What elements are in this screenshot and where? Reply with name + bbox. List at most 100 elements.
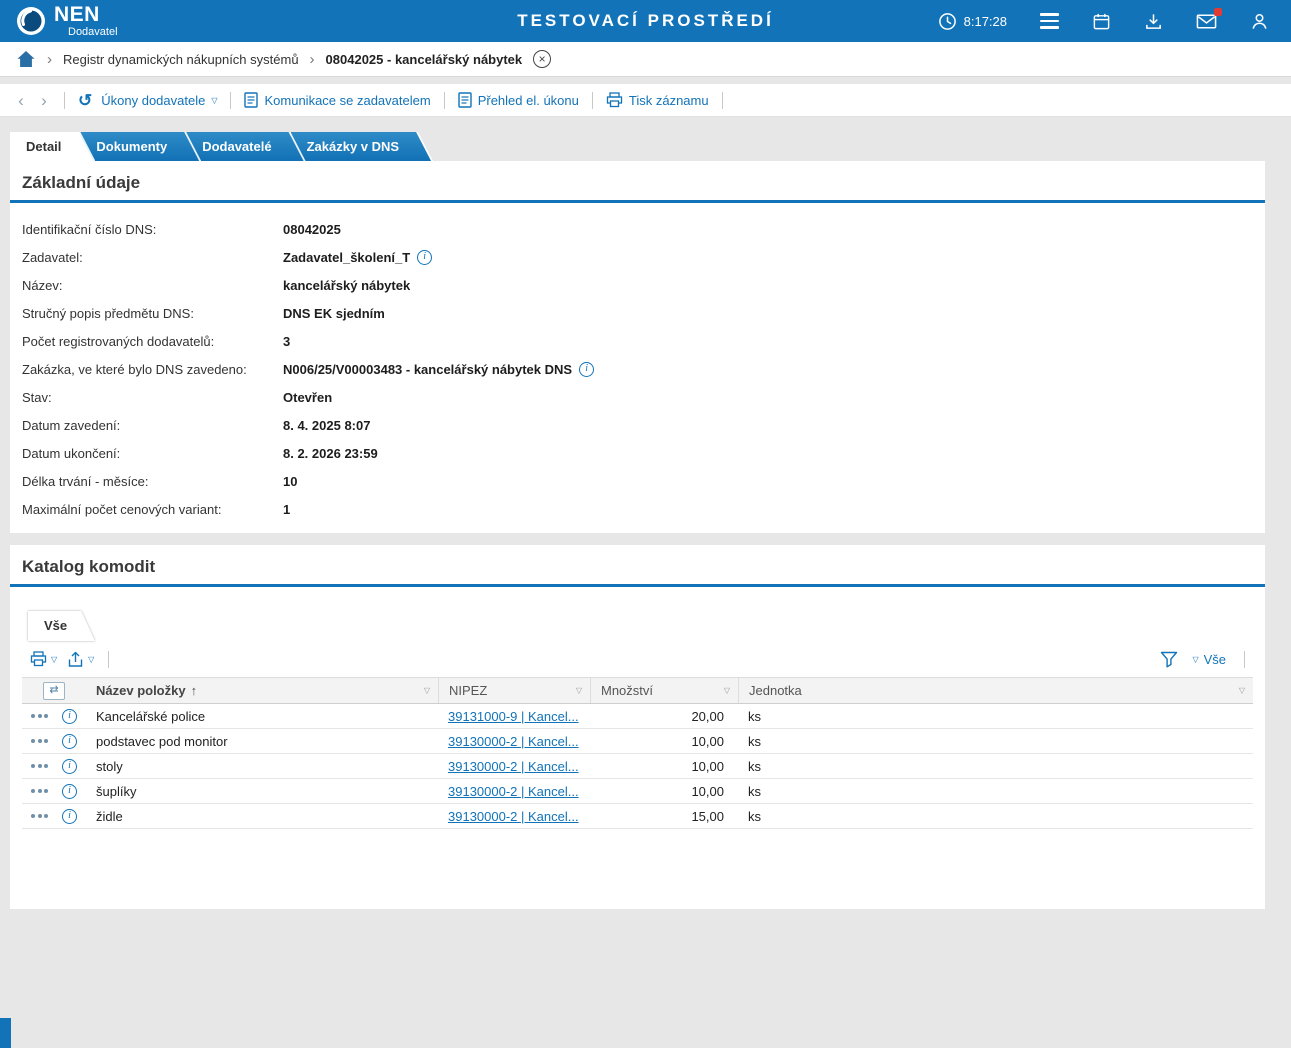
nipez-link[interactable]: 39131000-9 | Kancel... — [448, 709, 579, 724]
tab-zakazky-v-dns[interactable]: Zakázky v DNS — [291, 132, 432, 161]
hamburger-icon — [1040, 13, 1059, 29]
breadcrumb: › Registr dynamických nákupních systémů … — [0, 42, 1291, 77]
filter-button[interactable] — [1160, 651, 1178, 668]
filter-dropdown-icon[interactable]: ▽ — [576, 687, 582, 695]
row-actions-button[interactable] — [31, 789, 48, 793]
field-value: Zadavatel_školení_T — [283, 250, 410, 265]
table-row: i šuplíky 39130000-2 | Kancel... 10,00 k… — [22, 779, 1253, 804]
field-label: Identifikační číslo DNS: — [22, 222, 283, 237]
field-value: 1 — [283, 502, 290, 517]
column-chooser-button[interactable]: ⇄ — [43, 682, 65, 700]
action-toolbar: ‹ › ↺ Úkony dodavatele ▽ Komunikace se z… — [0, 84, 1291, 117]
profile-button[interactable] — [1250, 12, 1269, 31]
field-label: Zakázka, ve které bylo DNS zavedeno: — [22, 362, 283, 377]
row-actions-button[interactable] — [31, 814, 48, 818]
tab-vse[interactable]: Vše — [28, 611, 95, 641]
table-row: i židle 39130000-2 | Kancel... 15,00 ks — [22, 804, 1253, 829]
column-header-nipez[interactable]: NIPEZ — [449, 683, 487, 698]
row-info-button[interactable]: i — [62, 784, 77, 799]
tab-dodavatele[interactable]: Dodavatelé — [186, 132, 303, 161]
view-filter-dropdown[interactable]: ▽ Vše — [1192, 652, 1226, 667]
item-name: Kancelářské police — [86, 709, 438, 724]
komunikace-label: Komunikace se zadavatelem — [264, 93, 430, 108]
komunikace-button[interactable]: Komunikace se zadavatelem — [244, 92, 430, 108]
field-label: Zadavatel: — [22, 250, 283, 265]
nipez-link[interactable]: 39130000-2 | Kancel... — [448, 759, 579, 774]
item-qty: 10,00 — [590, 784, 738, 799]
person-icon — [1250, 12, 1269, 31]
item-unit: ks — [738, 784, 1253, 799]
back-button[interactable]: ‹ — [14, 92, 28, 109]
forward-button[interactable]: › — [37, 92, 51, 109]
item-qty: 10,00 — [590, 734, 738, 749]
field-value: 8. 4. 2025 8:07 — [283, 418, 370, 433]
column-header-mnozstvi[interactable]: Množství — [601, 683, 653, 698]
field-value: kancelářský nábytek — [283, 278, 410, 293]
view-filter-label: Vše — [1204, 652, 1226, 667]
filter-dropdown-icon[interactable]: ▽ — [1239, 687, 1245, 695]
breadcrumb-separator-icon: › — [47, 51, 52, 68]
prehled-ukonu-label: Přehled el. úkonu — [478, 93, 579, 108]
column-header-jednotka[interactable]: Jednotka — [749, 683, 802, 698]
item-qty: 15,00 — [590, 809, 738, 824]
field-row: Datum zavedení: 8. 4. 2025 8:07 — [22, 411, 1253, 439]
field-value: 08042025 — [283, 222, 341, 237]
nipez-link[interactable]: 39130000-2 | Kancel... — [448, 784, 579, 799]
ukony-dodavatele-menu[interactable]: Úkony dodavatele ▽ — [101, 93, 217, 108]
refresh-icon: ↺ — [78, 92, 92, 109]
download-button[interactable] — [1144, 12, 1163, 31]
prehled-ukonu-button[interactable]: Přehled el. úkonu — [458, 92, 579, 108]
document-icon — [244, 92, 258, 108]
breadcrumb-item-registry[interactable]: Registr dynamických nákupních systémů — [63, 52, 299, 67]
tisk-zaznamu-button[interactable]: Tisk záznamu — [606, 92, 709, 108]
column-header-nazev[interactable]: Název položky ↑ — [96, 683, 197, 698]
calendar-button[interactable] — [1092, 12, 1111, 31]
home-button[interactable] — [16, 50, 36, 68]
item-name: podstavec pod monitor — [86, 734, 438, 749]
ukony-dodavatele-label: Úkony dodavatele — [101, 93, 205, 108]
messages-button[interactable] — [1196, 13, 1217, 30]
toolbar-separator — [64, 92, 65, 109]
row-info-button[interactable]: i — [62, 809, 77, 824]
row-info-button[interactable]: i — [62, 759, 77, 774]
tab-dokumenty[interactable]: Dokumenty — [80, 132, 199, 161]
item-name: stoly — [86, 759, 438, 774]
field-label: Stručný popis předmětu DNS: — [22, 306, 283, 321]
calendar-icon — [1092, 12, 1111, 31]
unread-badge — [1214, 8, 1222, 16]
export-table-button[interactable]: ▽ — [67, 651, 94, 668]
field-value: DNS EK sjedním — [283, 306, 385, 321]
row-info-button[interactable]: i — [62, 709, 77, 724]
field-label: Název: — [22, 278, 283, 293]
brand-name: NEN — [54, 4, 118, 25]
field-row: Zadavatel: Zadavatel_školení_T i — [22, 243, 1253, 271]
table-row: i stoly 39130000-2 | Kancel... 10,00 ks — [22, 754, 1253, 779]
info-icon[interactable]: i — [579, 362, 594, 377]
section-rule — [10, 584, 1265, 587]
row-actions-button[interactable] — [31, 739, 48, 743]
nipez-link[interactable]: 39130000-2 | Kancel... — [448, 734, 579, 749]
info-icon[interactable]: i — [417, 250, 432, 265]
nipez-link[interactable]: 39130000-2 | Kancel... — [448, 809, 579, 824]
filter-dropdown-icon[interactable]: ▽ — [424, 687, 430, 695]
brand-role: Dodavatel — [68, 27, 118, 38]
print-table-button[interactable]: ▽ — [30, 651, 57, 667]
chevron-down-icon: ▽ — [88, 656, 94, 664]
close-record-button[interactable]: × — [533, 50, 551, 68]
refresh-button[interactable]: ↺ — [78, 92, 92, 109]
breadcrumb-item-current[interactable]: 08042025 - kancelářský nábytek — [326, 52, 523, 67]
breadcrumb-separator-icon: › — [310, 51, 315, 68]
session-clock: 8:17:28 — [938, 12, 1007, 31]
row-actions-button[interactable] — [31, 764, 48, 768]
tab-detail[interactable]: Detail — [10, 132, 93, 161]
row-info-button[interactable]: i — [62, 734, 77, 749]
row-actions-button[interactable] — [31, 714, 48, 718]
filter-dropdown-icon[interactable]: ▽ — [724, 687, 730, 695]
sort-asc-icon: ↑ — [191, 683, 198, 698]
toolbar-separator — [230, 92, 231, 109]
item-unit: ks — [738, 709, 1253, 724]
menu-button[interactable] — [1040, 13, 1059, 29]
toolbar-separator — [722, 92, 723, 109]
field-value: Otevřen — [283, 390, 332, 405]
section-rule — [10, 200, 1265, 203]
